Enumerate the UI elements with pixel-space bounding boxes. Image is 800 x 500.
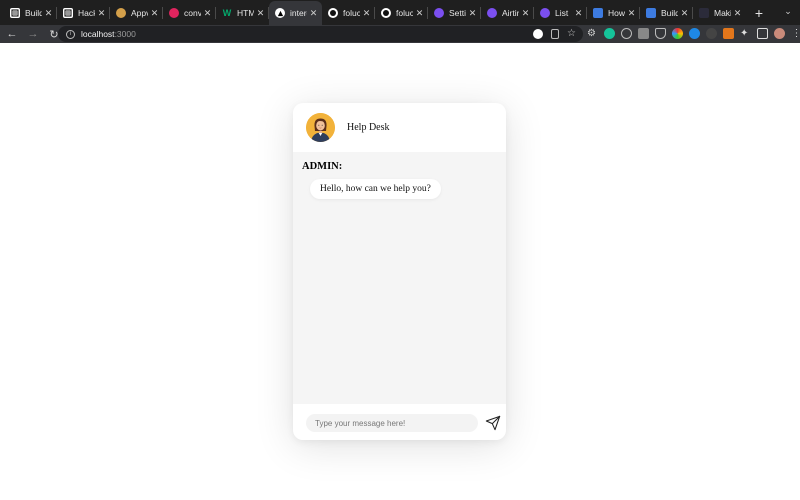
address-bar[interactable]: i localhost:3000 ☆ <box>58 26 583 42</box>
metamask-fox-icon[interactable] <box>723 28 734 39</box>
message-bubble: Hello, how can we help you? <box>310 179 441 199</box>
browser-tab[interactable]: Airtin ✕ <box>481 1 534 25</box>
site-info-icon[interactable]: i <box>66 29 75 39</box>
browser-tab[interactable]: List ✕ <box>534 1 587 25</box>
stack-icon <box>593 8 603 18</box>
github-icon <box>328 8 338 18</box>
address-host: localhost <box>81 29 115 39</box>
close-icon[interactable]: ✕ <box>362 8 371 19</box>
app-icon <box>169 8 179 18</box>
back-arrow-icon[interactable]: ← <box>3 25 21 43</box>
chat-widget: Help Desk ADMIN: Hello, how can we help … <box>293 103 506 440</box>
close-icon[interactable]: ✕ <box>415 8 424 19</box>
browser-menu-icon[interactable]: ⋮ <box>791 28 800 39</box>
browser-tab-strip: Build ✕ Hack ✕ Appv ✕ conv ✕ W HTML ✕ in… <box>0 0 800 25</box>
share-icon[interactable] <box>551 29 559 39</box>
tab-title: List <box>555 8 569 18</box>
tab-title: How <box>608 8 625 18</box>
colorful-extension-icon[interactable] <box>672 28 683 39</box>
browser-tab[interactable]: foluc ✕ <box>375 1 428 25</box>
tab-title: HTML <box>237 8 254 18</box>
moon-extension-icon[interactable] <box>706 28 717 39</box>
close-icon[interactable]: ✕ <box>680 8 689 19</box>
close-icon[interactable]: ✕ <box>627 8 636 19</box>
close-icon[interactable]: ✕ <box>521 8 530 19</box>
browser-tab[interactable]: foluc ✕ <box>322 1 375 25</box>
close-icon[interactable]: ✕ <box>256 8 265 19</box>
close-icon[interactable]: ✕ <box>97 8 106 19</box>
browser-tab[interactable]: Maki ✕ <box>693 1 746 25</box>
send-paper-plane-icon <box>485 415 501 431</box>
bookmark-star-icon[interactable]: ☆ <box>567 29 577 39</box>
close-icon[interactable]: ✕ <box>150 8 159 19</box>
notion-icon <box>10 8 20 18</box>
browser-tab[interactable]: How ✕ <box>587 1 640 25</box>
sidebar-toggle-icon[interactable] <box>757 28 768 39</box>
close-icon[interactable]: ✕ <box>733 8 742 19</box>
notion-icon <box>63 8 73 18</box>
tab-title: Hack <box>78 8 95 18</box>
close-icon[interactable]: ✕ <box>203 8 212 19</box>
blue-extension-icon[interactable] <box>689 28 700 39</box>
extension-circle-icon[interactable] <box>621 28 632 39</box>
address-port: :3000 <box>114 29 136 39</box>
triangle-icon <box>275 8 285 18</box>
browser-tab[interactable]: Settin ✕ <box>428 1 481 25</box>
tab-title: interc <box>290 8 307 18</box>
tab-title: Maki <box>714 8 731 18</box>
settings-gear-icon[interactable]: ⚙ <box>587 28 598 39</box>
tab-title: Appv <box>131 8 148 18</box>
puzzle-icon[interactable]: ✦ <box>740 28 751 39</box>
browser-tab[interactable]: Build ✕ <box>640 1 693 25</box>
chat-title: Help Desk <box>347 122 390 133</box>
appwrite-icon <box>116 8 126 18</box>
profile-avatar[interactable] <box>774 28 785 39</box>
supabase-icon <box>487 8 497 18</box>
chat-header: Help Desk <box>293 103 506 152</box>
tab-title: foluc <box>396 8 413 18</box>
browser-tab[interactable]: Build ✕ <box>4 1 57 25</box>
browser-toolbar: ← → ↻ i localhost:3000 ☆ ⚙ ✦ ⋮ <box>0 25 800 43</box>
tab-title: Build <box>25 8 42 18</box>
extensions-bar: ⚙ ✦ ⋮ <box>587 28 800 39</box>
supabase-icon <box>540 8 550 18</box>
stack-icon <box>646 8 656 18</box>
close-icon[interactable]: ✕ <box>44 8 53 19</box>
message-list: ADMIN: Hello, how can we help you? <box>293 152 506 404</box>
forward-arrow-icon[interactable]: → <box>24 25 42 43</box>
google-icon[interactable] <box>533 29 543 39</box>
supabase-icon <box>434 8 444 18</box>
new-tab-button[interactable]: + <box>748 1 770 25</box>
support-agent-avatar <box>306 113 335 142</box>
tab-search-chevron-icon[interactable]: ⌄ <box>782 6 794 18</box>
browser-tab-active[interactable]: interc ✕ <box>269 1 322 25</box>
browser-tab[interactable]: Appv ✕ <box>110 1 163 25</box>
message-sender: ADMIN: <box>302 161 343 172</box>
message-composer <box>293 404 506 440</box>
close-icon[interactable]: ✕ <box>468 8 477 19</box>
github-icon <box>381 8 391 18</box>
browser-tab[interactable]: W HTML ✕ <box>216 1 269 25</box>
shield-icon[interactable] <box>655 28 666 39</box>
browser-tab[interactable]: Hack ✕ <box>57 1 110 25</box>
w3schools-icon: W <box>222 8 232 18</box>
close-icon[interactable]: ✕ <box>309 8 318 19</box>
dark-icon <box>699 8 709 18</box>
message-input[interactable] <box>306 414 478 432</box>
browser-tab[interactable]: conv ✕ <box>163 1 216 25</box>
tab-title: foluc <box>343 8 360 18</box>
grammarly-icon[interactable] <box>604 28 615 39</box>
send-button[interactable] <box>485 415 501 431</box>
extension-tag-icon[interactable] <box>638 28 649 39</box>
tab-title: Build <box>661 8 678 18</box>
tab-title: Airtin <box>502 8 519 18</box>
tab-title: conv <box>184 8 201 18</box>
tab-title: Settin <box>449 8 466 18</box>
close-icon[interactable]: ✕ <box>574 8 583 19</box>
